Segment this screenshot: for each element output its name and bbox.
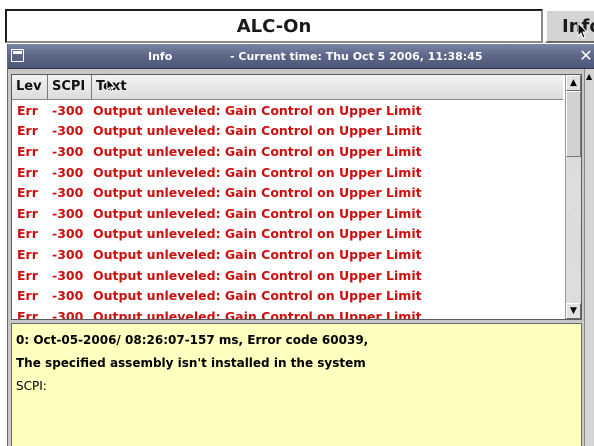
row-scpi-code: -300 [52,123,84,139]
list-rows: Err -300 Output unleveled: Gain Control on… [12,100,563,320]
scroll-up-icon[interactable]: ▲ [586,72,592,81]
table-row[interactable]: Err -300 Output unleveled: Gain Control on… [12,182,563,203]
row-message: Output unleveled: Gain Control on Upper … [93,288,422,304]
info-window: Info - Current time: Thu Oct 5 2006, 11:… [7,44,594,446]
row-scpi-code: -300 [52,246,84,262]
row-level: Err [17,226,38,242]
row-scpi-code: -300 [52,102,84,118]
row-level: Err [17,246,38,262]
table-row[interactable]: Err -300 Output unleveled: Gain Control on… [12,224,563,245]
table-row[interactable]: Err -300 Output unleveled: Gain Control on… [12,306,563,320]
error-detail-scpi: SCPI: [16,379,47,393]
row-message: Output unleveled: Gain Control on Upper … [93,143,422,159]
alc-status-button[interactable]: ALC-On [5,9,543,43]
table-row[interactable]: Err -300 Output unleveled: Gain Control on… [12,265,563,286]
table-row[interactable]: Err -300 Output unleveled: Gain Control on… [12,141,563,162]
table-row[interactable]: Err -300 Output unleveled: Gain Control on… [12,244,563,265]
system-menu-icon[interactable] [11,49,24,62]
row-message: Output unleveled: Gain Control on Upper … [93,226,422,242]
row-message: Output unleveled: Gain Control on Upper … [93,205,422,221]
table-row[interactable]: Err -300 Output unleveled: Gain Control on… [12,162,563,183]
row-scpi-code: -300 [52,288,84,304]
row-scpi-code: -300 [52,226,84,242]
table-row[interactable]: Err -300 Output unleveled: Gain Control on… [12,100,563,121]
row-message: Output unleveled: Gain Control on Upper … [93,267,422,283]
list-vertical-scrollbar[interactable]: ▲ ▼ [565,75,581,319]
row-message: Output unleveled: Gain Control on Upper … [93,185,422,201]
row-scpi-code: -300 [52,205,84,221]
window-vertical-scrollbar[interactable]: ▲ [584,69,594,446]
row-scpi-code: -300 [52,185,84,201]
row-level: Err [17,164,38,180]
row-message: Output unleveled: Gain Control on Upper … [93,246,422,262]
alc-label: ALC-On [236,15,312,37]
row-scpi-code: -300 [52,143,84,159]
row-level: Err [17,288,38,304]
scroll-down-icon[interactable]: ▼ [566,303,581,319]
scroll-up-icon[interactable]: ▲ [566,75,581,91]
row-scpi-code: -300 [52,308,84,320]
row-scpi-code: -300 [52,164,84,180]
row-message: Output unleveled: Gain Control on Upper … [93,164,422,180]
column-header-text[interactable]: Text [92,75,563,99]
error-detail-header: 0: Oct-05-2006/ 08:26:07-157 ms, Error c… [16,333,369,347]
close-icon[interactable]: ✕ [578,47,594,65]
row-message: Output unleveled: Gain Control on Upper … [93,102,422,118]
row-level: Err [17,185,38,201]
scroll-thumb[interactable] [566,91,581,157]
column-header-scpi[interactable]: SCPI [48,75,92,99]
row-level: Err [17,308,38,320]
row-message: Output unleveled: Gain Control on Upper … [93,308,422,320]
error-detail-message: The specified assembly isn't installed i… [16,356,366,370]
error-list[interactable]: Lev SCPI Text Err -300 Output unleveled: G… [11,74,582,320]
current-time: - Current time: Thu Oct 5 2006, 11:38:45 [230,50,483,63]
row-level: Err [17,267,38,283]
row-message: Output unleveled: Gain Control on Upper … [93,123,422,139]
row-level: Err [17,102,38,118]
table-row[interactable]: Err -300 Output unleveled: Gain Control on… [12,203,563,224]
column-header-lev[interactable]: Lev [12,75,48,99]
table-row[interactable]: Err -300 Output unleveled: Gain Control on… [12,285,563,306]
top-bar: ALC-On Info [0,0,594,44]
error-detail-panel: 0: Oct-05-2006/ 08:26:07-157 ms, Error c… [11,323,582,446]
row-level: Err [17,123,38,139]
table-row[interactable]: Err -300 Output unleveled: Gain Control on… [12,121,563,142]
scroll-track[interactable] [566,157,581,303]
row-scpi-code: -300 [52,267,84,283]
list-header: Lev SCPI Text [12,75,563,100]
row-level: Err [17,205,38,221]
mouse-pointer-icon [577,22,589,40]
window-title-bar[interactable]: Info - Current time: Thu Oct 5 2006, 11:… [8,44,594,69]
window-title: Info [148,50,173,63]
row-level: Err [17,143,38,159]
